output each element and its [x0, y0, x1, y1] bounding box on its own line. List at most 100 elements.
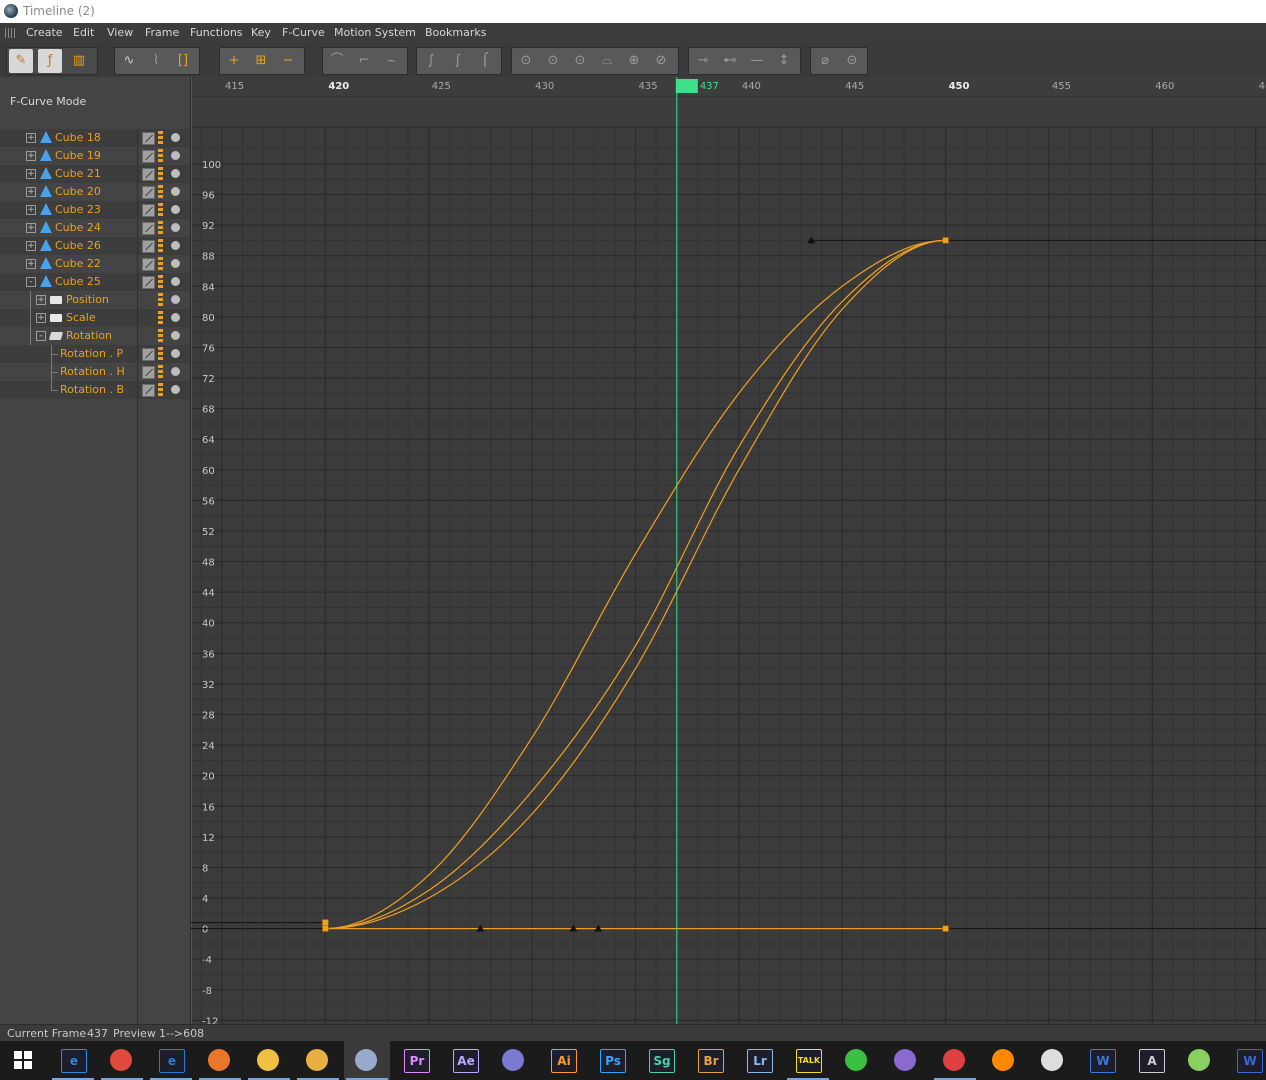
lock-tangent-icon[interactable]: ⊙: [568, 49, 592, 73]
solo-dot-icon[interactable]: [171, 223, 180, 232]
recorder-icon[interactable]: [932, 1041, 978, 1080]
visual-studio-icon[interactable]: [883, 1041, 929, 1080]
layer-color-icon[interactable]: [158, 131, 163, 144]
a-app-icon[interactable]: A: [1128, 1041, 1174, 1080]
tree-row-name[interactable]: - Rotation: [0, 327, 137, 345]
animation-toggle-icon[interactable]: [142, 240, 155, 253]
internet-explorer-icon[interactable]: e: [50, 1041, 96, 1080]
expand-icon[interactable]: +: [26, 223, 36, 233]
ease-out-icon[interactable]: ⌠: [473, 49, 497, 73]
spline-icon[interactable]: ⌒: [325, 49, 349, 73]
fcurve-mode-icon[interactable]: ƒ: [38, 49, 62, 73]
vlc-icon[interactable]: [981, 1041, 1027, 1080]
fcurve-chart[interactable]: 4154204254304354404454504554604651009692…: [191, 77, 1266, 1024]
bridge-icon[interactable]: Br: [687, 1041, 733, 1080]
ease-icon[interactable]: ∫: [419, 49, 443, 73]
solo-dot-icon[interactable]: [171, 349, 180, 358]
menu-create[interactable]: Create: [26, 26, 63, 39]
outlook-icon[interactable]: [295, 1041, 341, 1080]
auto-tangent-icon[interactable]: ⊕: [622, 49, 646, 73]
delete-key-icon[interactable]: −: [276, 49, 300, 73]
layer-color-icon[interactable]: [158, 203, 163, 216]
solo-dot-icon[interactable]: [171, 133, 180, 142]
lightroom-icon[interactable]: Lr: [736, 1041, 782, 1080]
expand-icon[interactable]: +: [26, 133, 36, 143]
tree-row-position[interactable]: + Position: [0, 291, 191, 309]
zero-length-icon[interactable]: ⊷: [718, 49, 742, 73]
grip-icon[interactable]: [5, 28, 15, 38]
layer-color-icon[interactable]: [158, 311, 163, 324]
layer-color-icon[interactable]: [158, 329, 163, 342]
illustrator-icon[interactable]: Ai: [540, 1041, 586, 1080]
expand-icon[interactable]: +: [26, 241, 36, 251]
expand-icon[interactable]: +: [26, 151, 36, 161]
tree-row-rotation[interactable]: - Rotation: [0, 327, 191, 345]
tree-row-cube-19[interactable]: + Cube 19: [0, 147, 191, 165]
tree-row-cube-25[interactable]: - Cube 25: [0, 273, 191, 291]
speedgrade-icon[interactable]: Sg: [638, 1041, 684, 1080]
menu-functions[interactable]: Functions: [190, 26, 243, 39]
animation-toggle-icon[interactable]: [142, 258, 155, 271]
solo-dot-icon[interactable]: [171, 205, 180, 214]
tree-row-name[interactable]: + Position: [0, 291, 137, 309]
layer-color-icon[interactable]: [158, 167, 163, 180]
word-icon[interactable]: W: [1226, 1041, 1266, 1080]
chrome-icon[interactable]: [99, 1041, 145, 1080]
tree-row-rotation-p[interactable]: Rotation . P: [0, 345, 191, 363]
add-multi-key-icon[interactable]: ⊞: [249, 49, 273, 73]
animation-toggle-icon[interactable]: [142, 186, 155, 199]
solo-dot-icon[interactable]: [171, 259, 180, 268]
expand-icon[interactable]: +: [36, 295, 46, 305]
tree-row-rotation-h[interactable]: Rotation . H: [0, 363, 191, 381]
tree-row-name[interactable]: + Cube 19: [0, 147, 137, 165]
maps-icon[interactable]: [1177, 1041, 1223, 1080]
camera-icon[interactable]: [1030, 1041, 1076, 1080]
photoshop-icon[interactable]: Ps: [589, 1041, 635, 1080]
tree-row-name[interactable]: + Scale: [0, 309, 137, 327]
tree-row-name[interactable]: + Cube 22: [0, 255, 137, 273]
edge-icon[interactable]: e: [148, 1041, 194, 1080]
break-tangent-icon[interactable]: ⌓: [595, 49, 619, 73]
menu-edit[interactable]: Edit: [73, 26, 94, 39]
animation-toggle-icon[interactable]: [142, 168, 155, 181]
keep-visual-angle-icon[interactable]: ⌀: [813, 49, 837, 73]
solo-dot-icon[interactable]: [171, 187, 180, 196]
solo-dot-icon[interactable]: [171, 367, 180, 376]
tree-row-cube-23[interactable]: + Cube 23: [0, 201, 191, 219]
tree-row-cube-18[interactable]: + Cube 18: [0, 129, 191, 147]
tree-row-name[interactable]: Rotation . H: [0, 363, 137, 381]
layer-color-icon[interactable]: [158, 149, 163, 162]
layer-color-icon[interactable]: [158, 185, 163, 198]
solo-dot-icon[interactable]: [171, 331, 180, 340]
clamp-icon[interactable]: ⊘: [649, 49, 673, 73]
lock-value-icon[interactable]: ⊙: [541, 49, 565, 73]
kakaotalk-icon[interactable]: TALK: [785, 1041, 831, 1080]
layer-color-icon[interactable]: [158, 365, 163, 378]
lock-time-icon[interactable]: ⊙: [514, 49, 538, 73]
ease-in-icon[interactable]: ʃ: [446, 49, 470, 73]
line-icon[interactable]: [834, 1041, 880, 1080]
tree-row-name[interactable]: + Cube 26: [0, 237, 137, 255]
animation-toggle-icon[interactable]: [142, 204, 155, 217]
animation-toggle-icon[interactable]: [142, 132, 155, 145]
zero-angle-icon[interactable]: ⊸: [691, 49, 715, 73]
expand-icon[interactable]: +: [26, 187, 36, 197]
tree-row-cube-22[interactable]: + Cube 22: [0, 255, 191, 273]
lock-tangent-angle-icon[interactable]: ⊝: [840, 49, 864, 73]
after-effects-icon[interactable]: Ae: [442, 1041, 488, 1080]
add-key-icon[interactable]: +: [222, 49, 246, 73]
dopesheet-mode-icon[interactable]: ▥: [67, 49, 91, 73]
solo-dot-icon[interactable]: [171, 151, 180, 160]
windows-start-icon[interactable]: [0, 1041, 46, 1080]
tree-row-name[interactable]: + Cube 23: [0, 201, 137, 219]
tree-row-name[interactable]: Rotation . P: [0, 345, 137, 363]
solo-dot-icon[interactable]: [171, 385, 180, 394]
fcurve-graph[interactable]: 4154204254304354404454504554604651009692…: [191, 77, 1266, 1024]
animation-toggle-icon[interactable]: [142, 348, 155, 361]
flat-icon[interactable]: —: [745, 49, 769, 73]
tree-row-scale[interactable]: + Scale: [0, 309, 191, 327]
tree-row-name[interactable]: - Cube 25: [0, 273, 137, 291]
w-app-icon[interactable]: W: [1079, 1041, 1125, 1080]
expand-icon[interactable]: +: [26, 169, 36, 179]
tree-row-name[interactable]: + Cube 18: [0, 129, 137, 147]
